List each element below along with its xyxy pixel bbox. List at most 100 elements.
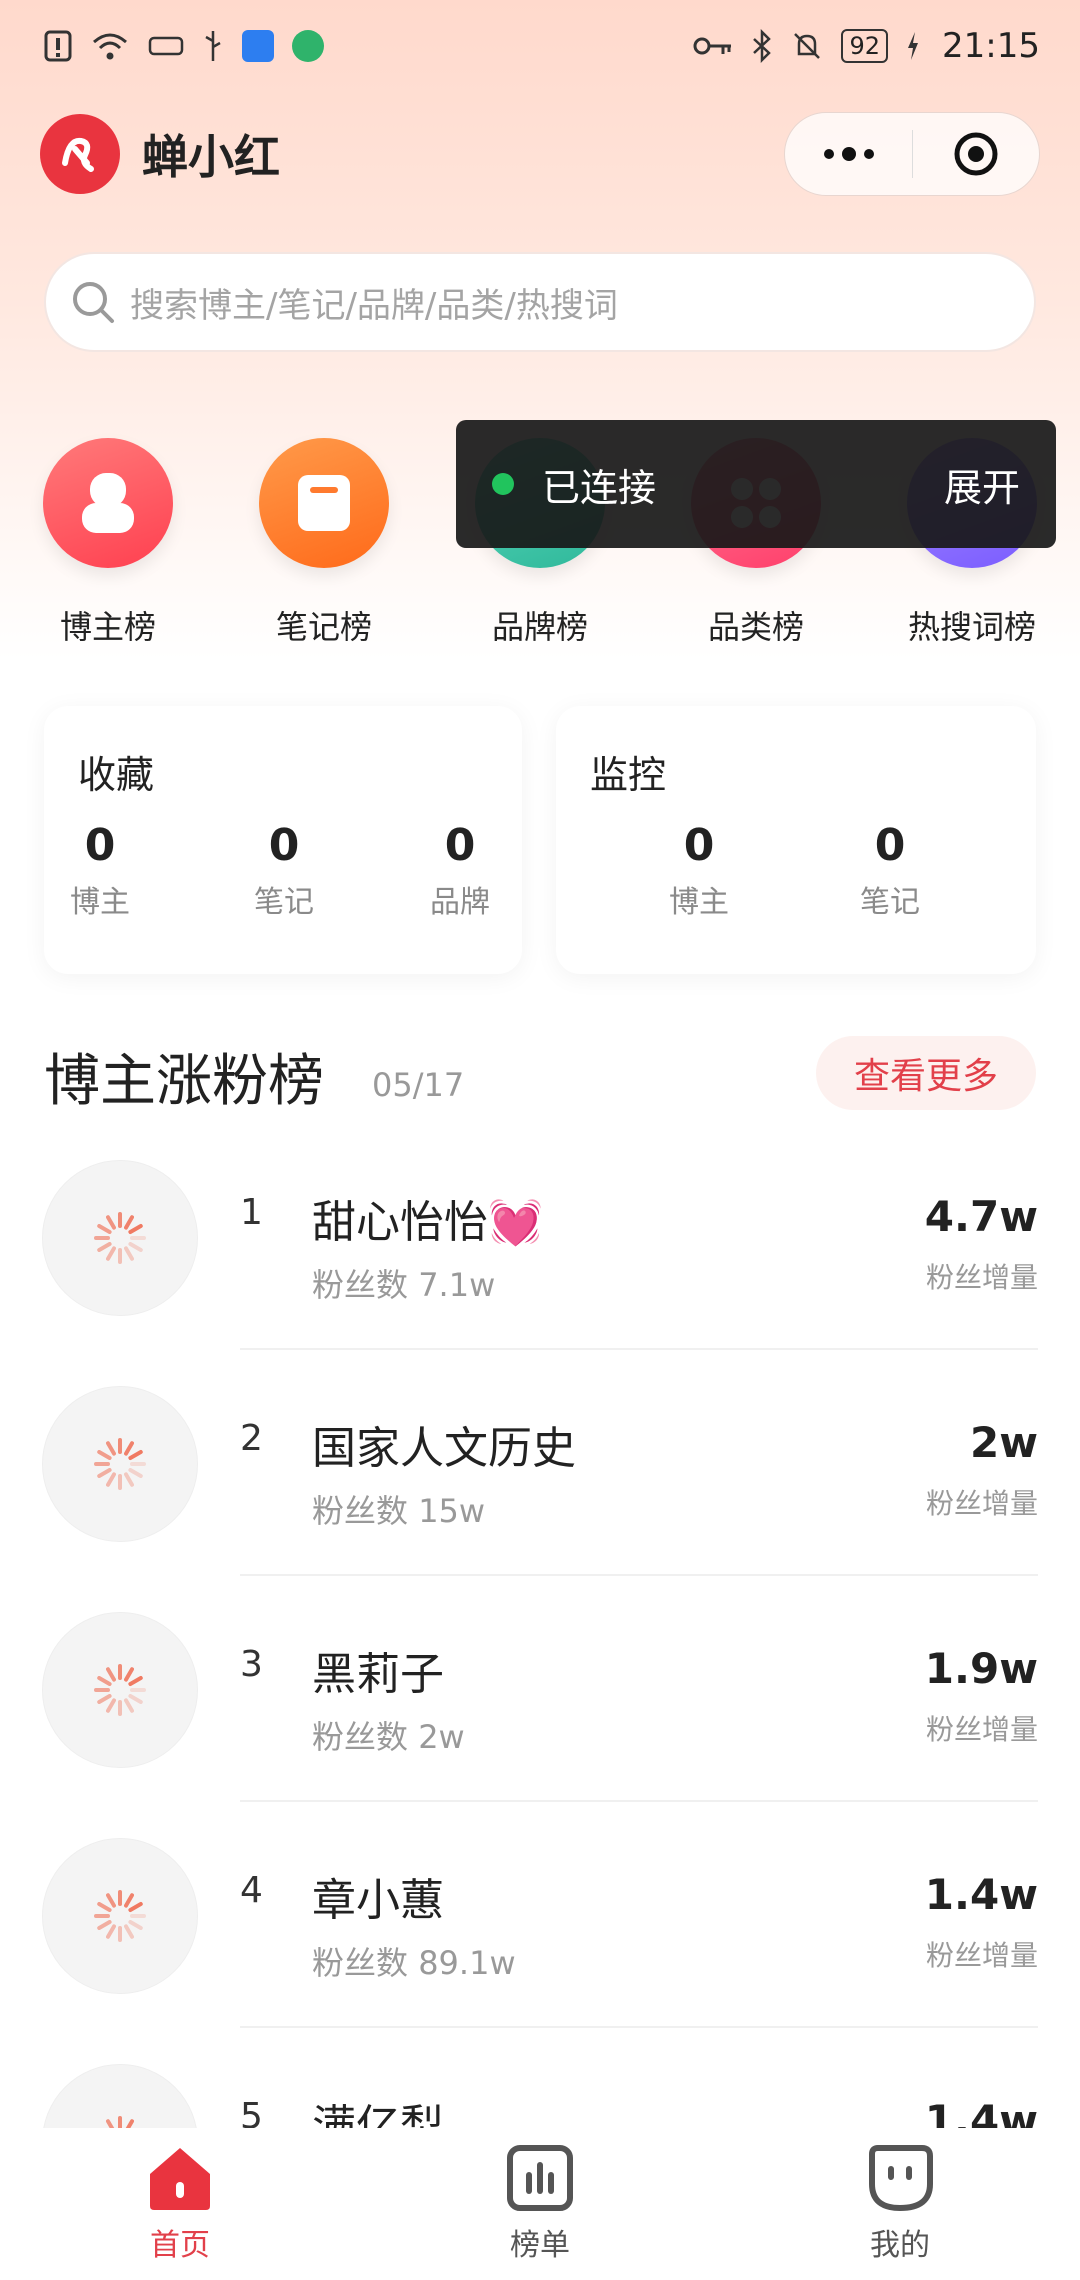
stat-value: 0 <box>268 820 300 871</box>
rank-number: 4 <box>240 1870 263 1911</box>
fans-gain-label: 粉丝增量 <box>925 1487 1038 1520</box>
category-label: 热搜词榜 <box>907 608 1036 646</box>
category-label: 笔记榜 <box>275 608 372 646</box>
fans-value: 7.1w <box>418 1266 496 1304</box>
fans-count: 粉丝数 15w <box>312 1486 485 1532</box>
monitor-card[interactable]: 监控 0 博主 0 笔记 <box>556 706 1036 974</box>
table-row[interactable]: 2 国家人文历史 粉丝数 15w 2w 粉丝增量 <box>0 1386 1080 1612</box>
profile-icon <box>869 2145 933 2212</box>
app-notify-icon <box>242 30 274 62</box>
connection-toast: 已连接 展开 <box>456 420 1056 548</box>
tab-label: 首页 <box>150 2228 210 2263</box>
fans-count: 粉丝数 2w <box>312 1712 465 1758</box>
avatar <box>42 1838 198 1994</box>
note-icon <box>259 438 389 568</box>
stat-label: 博主 <box>70 885 130 920</box>
monitor-notes-stat[interactable]: 0 笔记 <box>830 820 950 921</box>
category-label: 品牌榜 <box>491 608 588 646</box>
rank-number: 2 <box>240 1418 263 1459</box>
loading-spinner-icon <box>94 1890 146 1942</box>
stat-label: 博主 <box>669 885 729 920</box>
favorites-card[interactable]: 收藏 0 博主 0 笔记 0 品牌 <box>44 706 522 974</box>
fans-gain: 1.9w <box>924 1644 1038 1693</box>
bluetooth-icon <box>753 29 772 63</box>
charging-icon <box>908 32 919 60</box>
expand-button[interactable]: 展开 <box>944 457 1020 512</box>
clock: 21:15 <box>942 26 1040 66</box>
mini-program-capsule <box>784 112 1040 196</box>
fans-gain: 1.4w <box>924 1870 1038 1919</box>
person-icon <box>43 438 173 568</box>
fans-count: 粉丝数 89.1w <box>312 1938 516 1984</box>
bottom-tab-bar: 首页 榜单 我的 <box>0 2128 1080 2280</box>
fans-prefix: 粉丝数 <box>312 1944 409 1982</box>
favorite-brands-stat[interactable]: 0 品牌 <box>400 820 520 921</box>
battery-level: 92 <box>841 29 889 63</box>
search-bar[interactable]: 搜索博主/笔记/品牌/品类/热搜词 <box>44 252 1036 352</box>
app-notify-icon-2 <box>292 30 324 62</box>
category-label: 品类榜 <box>707 608 804 646</box>
blogger-name: 黑莉子 <box>312 1649 444 1700</box>
alert-icon <box>44 30 72 62</box>
more-menu-button[interactable] <box>785 147 912 161</box>
table-row[interactable]: 1 甜心怡怡💓 粉丝数 7.1w 4.7w 粉丝增量 <box>0 1160 1080 1386</box>
tab-home[interactable]: 首页 <box>80 2144 280 2264</box>
loading-spinner-icon <box>94 1664 146 1716</box>
row-divider <box>240 1348 1038 1350</box>
blogger-name: 国家人文历史 <box>312 1423 576 1474</box>
section-date: 05/17 <box>372 1066 465 1104</box>
more-dot-icon <box>863 149 874 159</box>
view-more-button[interactable]: 查看更多 <box>816 1036 1036 1110</box>
ranking-list: 1 甜心怡怡💓 粉丝数 7.1w 4.7w 粉丝增量 2 国家人文历史 粉丝数 … <box>0 1160 1080 2128</box>
tab-label: 我的 <box>870 2228 930 2263</box>
category-label: 博主榜 <box>59 608 156 646</box>
favorite-bloggers-stat[interactable]: 0 博主 <box>40 820 160 921</box>
search-icon <box>73 282 114 323</box>
tab-profile[interactable]: 我的 <box>800 2144 1000 2264</box>
fans-gain: 4.7w <box>924 1192 1038 1241</box>
chart-icon <box>507 2145 573 2211</box>
row-divider <box>240 1800 1038 1802</box>
avatar <box>42 2064 198 2128</box>
tab-label: 榜单 <box>510 2228 570 2263</box>
stat-value: 0 <box>444 820 476 871</box>
tab-ranking[interactable]: 榜单 <box>440 2144 640 2264</box>
category-note-rank[interactable]: 笔记榜 <box>224 438 424 648</box>
fans-prefix: 粉丝数 <box>312 1266 409 1304</box>
favorite-notes-stat[interactable]: 0 笔记 <box>224 820 344 921</box>
fans-prefix: 粉丝数 <box>312 1718 409 1756</box>
fans-gain-label: 粉丝增量 <box>925 1939 1038 1972</box>
fans-count: 粉丝数 7.1w <box>312 1260 495 1306</box>
stat-value: 0 <box>874 820 906 871</box>
home-icon <box>150 2148 210 2210</box>
stat-label: 品牌 <box>430 885 490 920</box>
stat-value: 0 <box>84 820 116 871</box>
section-title: 博主涨粉榜 <box>44 1049 324 1114</box>
fans-gain: 2w <box>969 1418 1038 1467</box>
app-header: 蝉小红 <box>40 112 1040 196</box>
more-dot-icon <box>841 147 856 161</box>
close-program-button[interactable] <box>913 130 1039 178</box>
table-row[interactable]: 3 黑莉子 粉丝数 2w 1.9w 粉丝增量 <box>0 1612 1080 1838</box>
stat-value: 0 <box>683 820 715 871</box>
fans-gain-label: 粉丝增量 <box>925 1713 1038 1746</box>
rank-number: 3 <box>240 1644 263 1685</box>
card-title: 监控 <box>590 753 667 797</box>
category-blogger-rank[interactable]: 博主榜 <box>8 438 208 648</box>
key-icon <box>693 37 732 55</box>
loading-spinner-icon <box>106 2116 134 2128</box>
fans-gain: 1.4w <box>924 2096 1038 2128</box>
rank-number: 1 <box>240 1192 263 1233</box>
usb-icon <box>205 31 221 61</box>
fans-prefix: 粉丝数 <box>312 1492 409 1530</box>
wifi-icon <box>93 33 127 60</box>
loading-spinner-icon <box>94 1212 146 1264</box>
avatar <box>42 1386 198 1542</box>
fans-value: 89.1w <box>418 1944 516 1982</box>
table-row[interactable]: 5 满亿梨 1.4w <box>0 2064 1080 2128</box>
table-row[interactable]: 4 章小蕙 粉丝数 89.1w 1.4w 粉丝增量 <box>0 1838 1080 2064</box>
hd-icon <box>148 36 184 56</box>
more-dot-icon <box>823 149 834 159</box>
monitor-bloggers-stat[interactable]: 0 博主 <box>639 820 759 921</box>
target-close-icon <box>954 132 998 176</box>
